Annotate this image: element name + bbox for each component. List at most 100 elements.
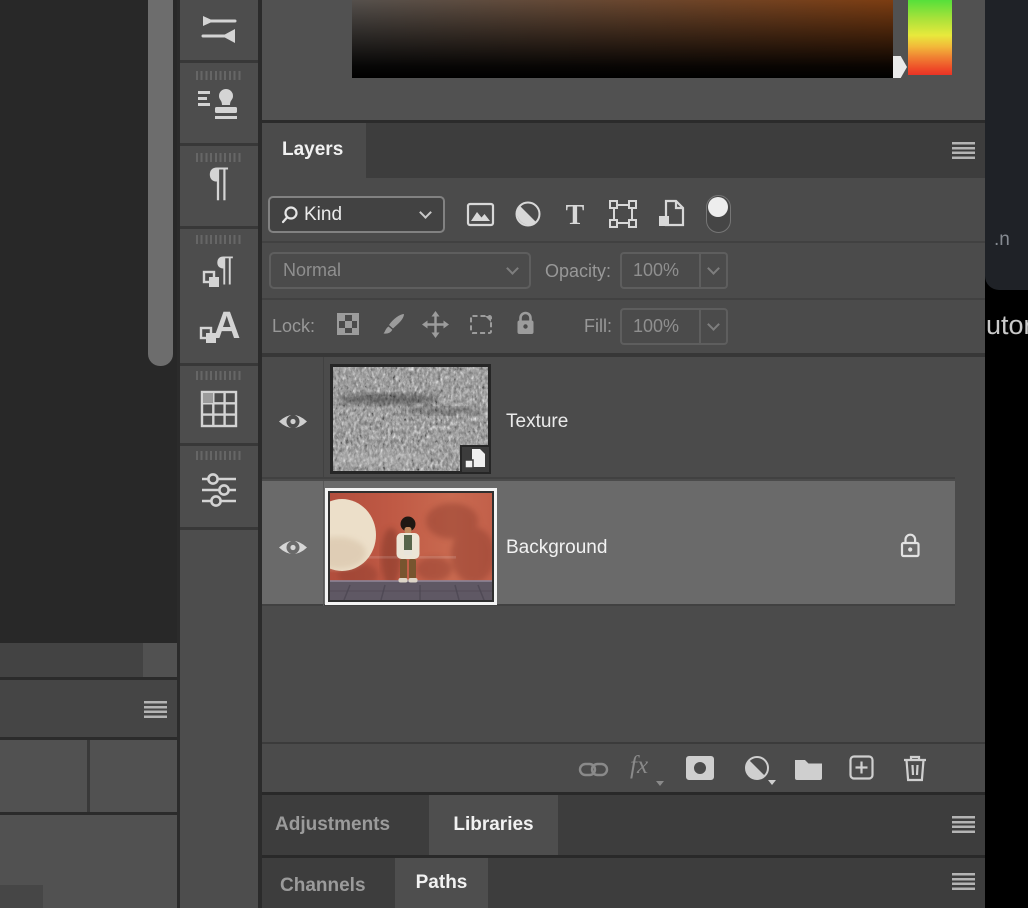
layers-tab-label: Layers (282, 139, 343, 161)
dock-grip-handle[interactable] (196, 371, 242, 380)
brush-settings-icon[interactable] (197, 8, 241, 52)
dock-grip-handle[interactable] (196, 451, 242, 460)
layer-lock-icon (898, 531, 922, 559)
character-styles-icon[interactable]: A (195, 302, 243, 350)
panel-column: Layers Kind T (262, 0, 985, 908)
clipped-text-fragment: .n (994, 229, 1010, 251)
panel-menu-icon[interactable] (952, 816, 975, 833)
divider (262, 742, 985, 744)
divider (180, 226, 258, 229)
tab-adjustments[interactable]: Adjustments (275, 814, 390, 836)
dock-grip-handle[interactable] (196, 71, 242, 80)
clipped-text-fragment: utor (986, 310, 1028, 341)
lock-label: Lock: (272, 316, 315, 337)
bottom-left-panel-cells (0, 740, 177, 812)
svg-text:T: T (566, 200, 585, 229)
adjustment-layer-filter-icon[interactable] (514, 200, 542, 228)
opacity-dropdown-button[interactable] (699, 254, 726, 287)
layer-name: Background (506, 537, 607, 559)
divider (180, 143, 258, 146)
divider (180, 363, 258, 366)
lock-artboard-icon[interactable] (466, 312, 496, 337)
panel-menu-icon[interactable] (952, 873, 975, 890)
tab-layers[interactable]: Layers (262, 123, 366, 178)
divider (180, 443, 258, 446)
opacity-value: 100% (622, 260, 699, 281)
link-icon[interactable] (578, 757, 609, 781)
fx-label: fx (630, 752, 648, 779)
smart-object-badge-icon (462, 447, 489, 472)
type-layer-filter-icon[interactable]: T (561, 199, 589, 229)
tab-libraries-label: Libraries (453, 814, 533, 836)
smart-object-filter-icon[interactable] (656, 198, 687, 230)
smart-object-badge (460, 445, 491, 474)
divider (87, 740, 90, 812)
color-picker-strip (262, 0, 985, 120)
opacity-input[interactable]: 100% (620, 252, 728, 289)
bottom-left-panel-body (0, 815, 177, 908)
divider (262, 298, 985, 300)
delete-layer-icon[interactable] (901, 753, 929, 783)
triangle-down-icon (768, 780, 776, 785)
new-layer-icon[interactable] (848, 754, 875, 781)
layer-row-background[interactable]: Background (262, 481, 955, 606)
lock-paint-icon[interactable] (380, 310, 408, 338)
clone-source-icon[interactable] (196, 83, 242, 127)
layers-panel-menu-icon[interactable] (952, 142, 975, 159)
chevron-down-icon (707, 262, 720, 275)
shape-layer-filter-icon[interactable] (608, 199, 638, 229)
floating-panel-edge: .n (985, 0, 1028, 290)
swatches-icon[interactable] (197, 388, 241, 430)
add-mask-icon[interactable] (686, 756, 714, 780)
layer-thumbnail-background-selected[interactable] (325, 488, 497, 605)
bottom-left-panel-header (0, 680, 177, 737)
opacity-label: Opacity: (545, 261, 611, 282)
lock-transparency-icon[interactable] (336, 312, 360, 336)
svg-text:A: A (213, 305, 240, 347)
pixel-layer-filter-icon[interactable] (466, 200, 495, 229)
visibility-eye-icon[interactable] (278, 411, 308, 432)
background-window-area: .n utor (985, 0, 1028, 908)
layer-row-texture[interactable]: Texture (262, 357, 955, 479)
canvas-scrollbar-thumb[interactable] (148, 0, 173, 366)
search-icon (280, 205, 299, 224)
hue-slider-pointer[interactable] (893, 56, 907, 78)
filter-kind-label: Kind (304, 204, 342, 226)
fill-label: Fill: (584, 316, 612, 337)
toggle-knob (708, 197, 728, 217)
blend-mode-dropdown[interactable]: Normal (269, 252, 531, 289)
fx-icon[interactable]: fx (630, 752, 664, 784)
filter-toggle-switch[interactable] (706, 195, 731, 233)
dock-grip-handle[interactable] (196, 235, 242, 244)
new-adjustment-layer-icon[interactable] (744, 755, 776, 785)
panel-menu-icon[interactable] (144, 701, 167, 718)
adjustment-circle-icon (744, 755, 770, 781)
tab-paths[interactable]: Paths (395, 858, 488, 908)
hue-ramp[interactable] (908, 0, 952, 75)
lock-all-icon[interactable] (514, 309, 537, 337)
chevron-down-icon (707, 318, 720, 331)
tab-channels[interactable]: Channels (280, 875, 366, 897)
layer-name: Texture (506, 411, 568, 433)
divider (180, 527, 258, 530)
chevron-down-icon (419, 206, 432, 219)
scrollbar-corner (143, 643, 177, 677)
fill-dropdown-button[interactable] (699, 310, 726, 343)
layer-filter-kind-dropdown[interactable]: Kind (268, 196, 445, 233)
paragraph-styles-icon[interactable]: ¶ (196, 248, 242, 294)
tab-libraries[interactable]: Libraries (429, 795, 558, 855)
divider (323, 357, 324, 479)
tab-paths-label: Paths (416, 872, 468, 894)
fill-input[interactable]: 100% (620, 308, 728, 345)
background-photo (330, 493, 492, 600)
properties-panel-icon[interactable] (197, 470, 241, 512)
blend-mode-value: Normal (271, 260, 508, 281)
tab-row-channels-paths: Channels Paths (262, 858, 985, 908)
tab-row-adjustments-libraries: Adjustments Libraries (262, 795, 985, 855)
color-field[interactable] (352, 0, 893, 78)
paragraph-panel-icon[interactable]: ¶ (208, 160, 229, 205)
layer-thumbnail-texture[interactable] (330, 364, 491, 474)
visibility-eye-icon[interactable] (278, 537, 308, 558)
new-group-icon[interactable] (794, 757, 823, 780)
lock-move-icon[interactable] (422, 311, 449, 338)
